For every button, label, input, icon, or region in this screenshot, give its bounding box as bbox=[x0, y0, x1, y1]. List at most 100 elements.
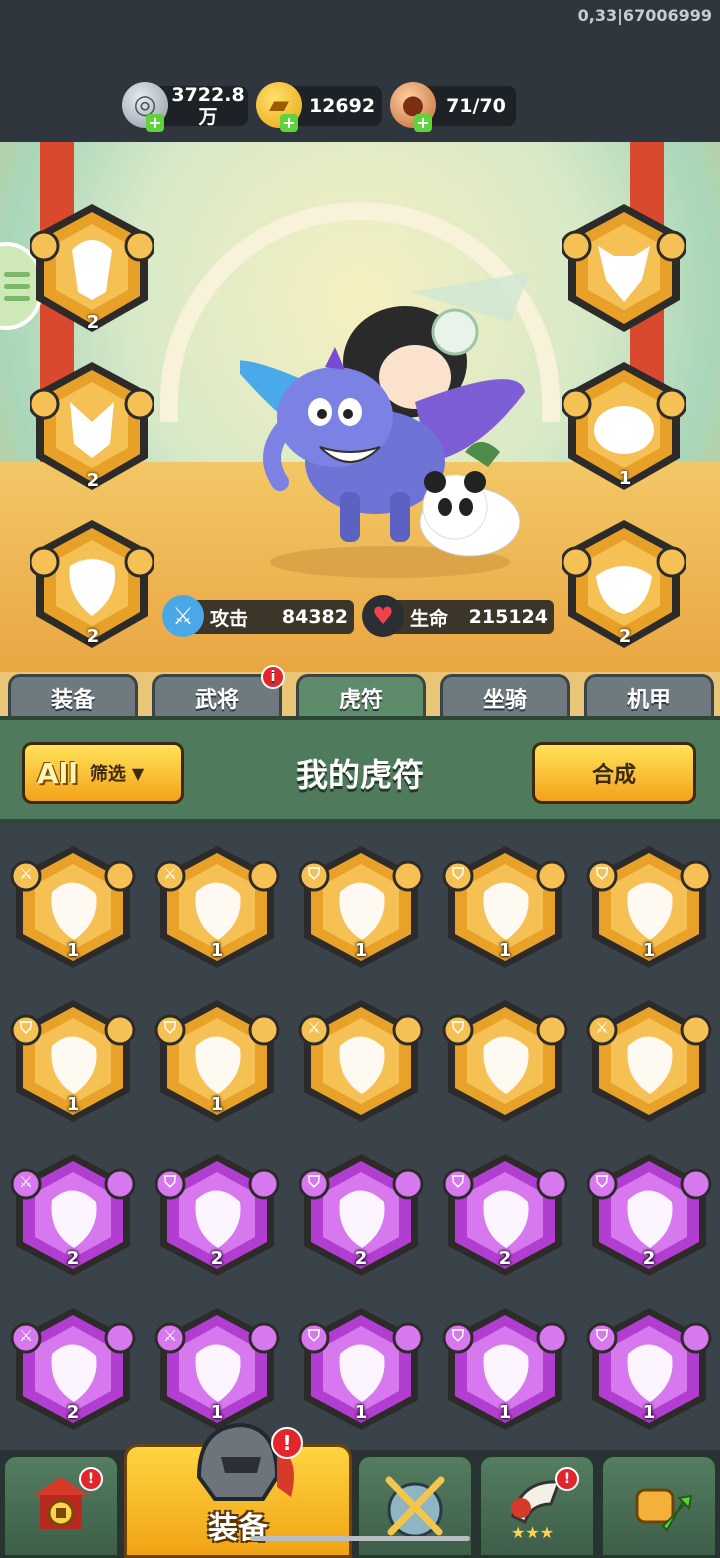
sword-type-icon: ⚔ bbox=[18, 1172, 34, 1191]
token-level: 1 bbox=[66, 1094, 80, 1115]
panel-title: 我的虎符 bbox=[295, 756, 424, 794]
shield-type-icon: ⛉ bbox=[451, 1326, 464, 1345]
add-stamina-icon[interactable]: + bbox=[414, 114, 432, 132]
notification-badge: ! bbox=[271, 1427, 303, 1459]
hp-stat: ♥ 生命 215124 bbox=[362, 595, 554, 637]
tiger-tally-token[interactable]: ⛉ 1 bbox=[584, 842, 714, 972]
tiger-tally-token[interactable]: ⛉ 2 bbox=[440, 1150, 570, 1280]
ingot-value: 12692 bbox=[308, 95, 376, 117]
tiger-tally-token[interactable]: ⛉ 1 bbox=[296, 1304, 426, 1434]
currency-stamina[interactable]: ● + 71/70 bbox=[390, 82, 516, 132]
tab-equipment[interactable]: 装备 bbox=[8, 674, 138, 718]
notification-badge: ! bbox=[555, 1467, 579, 1491]
tiger-tally-token[interactable]: ⛉ 1 bbox=[440, 842, 570, 972]
fist-icon bbox=[635, 1488, 693, 1532]
token-level: 1 bbox=[642, 1402, 656, 1423]
tab-mounts[interactable]: 坐骑 bbox=[440, 674, 570, 718]
tiger-tally-token[interactable]: ⚔ 1 bbox=[8, 842, 138, 972]
token-emblem bbox=[586, 1000, 712, 1122]
token-level: 2 bbox=[66, 1402, 80, 1423]
currency-ingot[interactable]: ▰ + 12692 bbox=[256, 82, 382, 132]
equipped-slot-ox[interactable] bbox=[562, 200, 686, 340]
equipped-level: 2 bbox=[86, 470, 100, 491]
category-tabs: 装备 武将 i 虎符 坐骑 机甲 bbox=[0, 665, 720, 718]
attack-stat: ⚔ 攻击 84382 bbox=[162, 595, 354, 637]
nav-shop[interactable]: ! bbox=[2, 1454, 120, 1558]
hp-value: 215124 bbox=[468, 606, 548, 628]
tab-label: 武将 bbox=[194, 687, 239, 713]
shield-type-icon: ⛉ bbox=[307, 864, 320, 883]
build-id: 0,33|67006999 bbox=[577, 6, 712, 25]
token-emblem bbox=[298, 1000, 424, 1122]
token-level: 2 bbox=[498, 1248, 512, 1269]
tab-label: 虎符 bbox=[338, 687, 383, 713]
sword-type-icon: ⚔ bbox=[18, 1326, 34, 1345]
shield-type-icon: ⛉ bbox=[163, 1018, 176, 1037]
token-level: 1 bbox=[642, 940, 656, 961]
tiger-tally-token[interactable]: ⛉ bbox=[440, 996, 570, 1126]
svg-text:★★★: ★★★ bbox=[511, 1523, 554, 1542]
nav-battle[interactable] bbox=[356, 1454, 474, 1558]
shield-type-icon: ⛉ bbox=[451, 1018, 464, 1037]
tab-label: 机甲 bbox=[626, 687, 671, 713]
token-level: 1 bbox=[498, 940, 512, 961]
sword-type-icon: ⚔ bbox=[18, 864, 34, 883]
compose-button[interactable]: 合成 bbox=[532, 742, 696, 804]
sword-type-icon: ⚔ bbox=[162, 1326, 178, 1345]
currency-coin[interactable]: ◎ + 3722.8 万 bbox=[122, 82, 248, 132]
tiger-tally-token[interactable]: ⛉ 1 bbox=[152, 996, 282, 1126]
tiger-tally-token[interactable]: ⚔ 2 bbox=[8, 1304, 138, 1434]
hero-scene: 2 2 2 1 2 ⚔ 攻击 84382 ♥ 生命 215124 bbox=[0, 142, 720, 672]
add-coin-icon[interactable]: + bbox=[146, 114, 164, 132]
filter-all-label: All bbox=[37, 756, 78, 790]
shield-type-icon: ⛉ bbox=[595, 1172, 608, 1191]
nav-stars[interactable]: ★★★ ! bbox=[478, 1454, 596, 1558]
sword-type-icon: ⚔ bbox=[162, 864, 178, 883]
tab-generals[interactable]: 武将 i bbox=[152, 665, 285, 718]
tiger-tally-token[interactable]: ⛉ 2 bbox=[584, 1150, 714, 1280]
equipped-level: 1 bbox=[618, 468, 632, 489]
attack-label: 攻击 bbox=[210, 607, 249, 630]
tiger-tally-token[interactable]: ⛉ 1 bbox=[584, 1304, 714, 1434]
nav-upgrade[interactable] bbox=[600, 1454, 718, 1558]
notification-badge: i bbox=[261, 665, 285, 689]
shield-type-icon: ⛉ bbox=[595, 864, 608, 883]
tiger-tally-token[interactable]: ⛉ 2 bbox=[152, 1150, 282, 1280]
token-level: 1 bbox=[210, 1094, 224, 1115]
tiger-tally-token[interactable]: ⚔ bbox=[296, 996, 426, 1126]
shield-type-icon: ⛉ bbox=[451, 1172, 464, 1191]
token-level: 1 bbox=[210, 940, 224, 961]
equipped-level: 2 bbox=[618, 626, 632, 647]
tiger-tally-token[interactable]: ⛉ 2 bbox=[296, 1150, 426, 1280]
shield-type-icon: ⛉ bbox=[595, 1326, 608, 1345]
sword-type-icon: ⚔ bbox=[306, 1018, 322, 1037]
tab-tiger-tally[interactable]: 虎符 bbox=[296, 674, 426, 718]
equipped-level: 2 bbox=[86, 626, 100, 647]
sword-type-icon: ⚔ bbox=[594, 1018, 610, 1037]
tiger-tally-token[interactable]: ⚔ 1 bbox=[152, 842, 282, 972]
hero-character-illustration bbox=[240, 272, 530, 578]
token-level: 2 bbox=[210, 1248, 224, 1269]
shield-type-icon: ⛉ bbox=[163, 1172, 176, 1191]
token-grid: ⚔ 1 ⚔ 1 ⛉ 1 ⛉ 1 ⛉ 1 ⛉ 1 ⛉ 1 ⚔ ⛉ ⚔ ⚔ 2 ⛉ 2 ⛉ 2 ⛉ 2 ⛉ 2 ⚔ 2 ⚔ 1 ⛉ 1 ⛉ 1 ⛉ 1 bbox=[0, 824, 720, 1450]
tiger-tally-token[interactable]: ⛉ 1 bbox=[440, 1304, 570, 1434]
tiger-tally-token[interactable]: ⚔ 2 bbox=[8, 1150, 138, 1280]
tiger-tally-token[interactable]: ⛉ 1 bbox=[8, 996, 138, 1126]
panel-header: All 筛选 ▼ 我的虎符 合成 bbox=[0, 716, 720, 824]
tiger-tally-token[interactable]: ⛉ 1 bbox=[296, 842, 426, 972]
sword-icon: ⚔ bbox=[162, 595, 204, 637]
token-level: 2 bbox=[354, 1248, 368, 1269]
token-level: 1 bbox=[66, 940, 80, 961]
tiger-tally-token[interactable]: ⚔ 1 bbox=[152, 1304, 282, 1434]
caret-down-icon: ▼ bbox=[131, 763, 145, 783]
top-bar: 0,33|67006999 ◎ + 3722.8 万 ▰ + 12692 ● +… bbox=[0, 0, 720, 142]
token-level: 1 bbox=[498, 1402, 512, 1423]
tab-mecha[interactable]: 机甲 bbox=[584, 674, 714, 718]
attack-value: 84382 bbox=[281, 606, 348, 628]
equipped-level: 2 bbox=[86, 312, 100, 333]
add-ingot-icon[interactable]: + bbox=[280, 114, 298, 132]
filter-button[interactable]: All 筛选 ▼ bbox=[22, 742, 184, 804]
token-level: 1 bbox=[354, 1402, 368, 1423]
tiger-tally-token[interactable]: ⚔ bbox=[584, 996, 714, 1126]
tab-label: 装备 bbox=[50, 687, 95, 713]
